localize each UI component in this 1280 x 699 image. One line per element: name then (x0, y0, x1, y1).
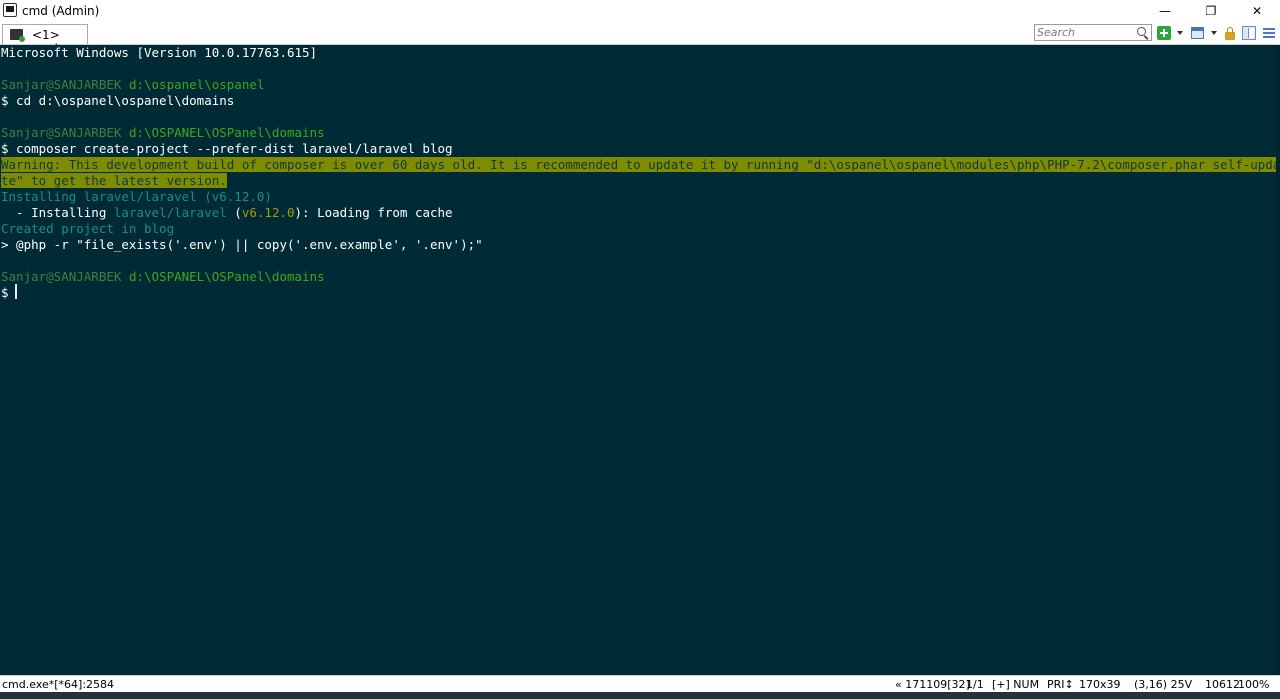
search-box[interactable] (1034, 24, 1152, 41)
status-bar: cmd.exe*[*64]:2584 « 171109[32] 1/1 [+] … (0, 675, 1280, 693)
status-pid-active: 10612 (1205, 678, 1240, 691)
prompt-path: d:\OSPANEL\OSPanel\domains (121, 269, 325, 284)
status-zoom: 100% (1238, 678, 1270, 691)
banner-text: Microsoft Windows [Version 10.0.17763.61… (1, 45, 318, 60)
command-text: $ cd d:\ospanel\ospanel\domains (1, 93, 235, 108)
output-text: ): Loading from cache (294, 205, 453, 220)
console-line: Installing laravel/laravel (v6.12.0) (1, 189, 272, 205)
prompt-user: Sanjar@SANJARBEK (1, 125, 122, 140)
status-size: 170x39 (1079, 678, 1121, 691)
prompt-symbol: $ (1, 285, 17, 300)
scrollbar[interactable] (1276, 45, 1280, 675)
console-output[interactable]: Microsoft Windows [Version 10.0.17763.61… (0, 45, 1276, 675)
search-icon[interactable] (1137, 27, 1146, 36)
command-text: $ composer create-project --prefer-dist … (1, 141, 453, 156)
tab-cmd[interactable]: <1> cmd (2, 24, 88, 56)
output-text: ( (226, 205, 242, 220)
console-line: > @php -r "file_exists('.env') || copy('… (1, 237, 483, 253)
console-line: Sanjar@SANJARBEK d:\OSPANEL\OSPanel\doma… (1, 125, 325, 141)
console-line: Sanjar@SANJARBEK d:\ospanel\ospanel (1, 77, 264, 93)
prompt-path: d:\ospanel\ospanel (121, 77, 265, 92)
output-text: - Installing (1, 205, 114, 220)
console-app-icon (3, 3, 17, 17)
status-cursor-pos: (3,16) 25V (1134, 678, 1193, 691)
minimize-button[interactable]: — (1142, 0, 1188, 22)
console-line: Microsoft Windows [Version 10.0.17763.61… (1, 45, 317, 61)
info-text: Installing laravel/laravel (v6.12.0) (1, 189, 272, 204)
text-cursor (15, 284, 17, 299)
package-name: laravel/laravel (113, 205, 227, 220)
status-priority[interactable]: PRI↕ (1047, 678, 1074, 691)
warning-text: Warning: This development build of compo… (1, 157, 1276, 172)
console-line: $ cd d:\ospanel\ospanel\domains (1, 93, 234, 109)
console-line: Created project in blog (1, 221, 174, 237)
hamburger-menu-icon[interactable] (1263, 28, 1275, 39)
chevron-down-icon[interactable] (1211, 31, 1217, 35)
panel-toggle-icon[interactable] (1242, 26, 1256, 40)
taskbar-strip (0, 692, 1280, 699)
status-console-index: 1/1 (966, 678, 984, 691)
restore-button[interactable]: ❐ (1188, 0, 1234, 22)
search-input[interactable] (1037, 26, 1131, 39)
prompt-user: Sanjar@SANJARBEK (1, 77, 122, 92)
console-line: $ composer create-project --prefer-dist … (1, 141, 453, 157)
new-console-icon[interactable] (1157, 26, 1171, 40)
chevron-down-icon[interactable] (1177, 31, 1183, 35)
status-keyboard: [+] NUM (992, 678, 1040, 691)
console-line: te" to get the latest version. (1, 173, 227, 189)
warning-text: te" to get the latest version. (1, 173, 227, 188)
info-text: Created project in blog (1, 221, 175, 236)
prompt-user: Sanjar@SANJARBEK (1, 269, 122, 284)
status-pid: « 171109[32] (895, 678, 970, 691)
lock-icon[interactable] (1225, 27, 1235, 40)
window-layout-icon[interactable] (1191, 27, 1204, 39)
window-title: cmd (Admin) (22, 4, 100, 18)
console-line: Warning: This development build of compo… (1, 157, 1276, 173)
package-version: v6.12.0 (241, 205, 295, 220)
title-bar: cmd (Admin) — ❐ ✕ (0, 0, 1280, 22)
close-button[interactable]: ✕ (1234, 0, 1280, 22)
status-process: cmd.exe*[*64]:2584 (2, 678, 115, 691)
console-line: Sanjar@SANJARBEK d:\OSPANEL\OSPanel\doma… (1, 269, 325, 285)
console-line: - Installing laravel/laravel (v6.12.0): … (1, 205, 453, 221)
console-tab-icon (10, 29, 25, 42)
output-text: > @php -r "file_exists('.env') || copy('… (1, 237, 483, 252)
prompt-path: d:\OSPANEL\OSPanel\domains (121, 125, 325, 140)
console-line: $ (1, 285, 16, 301)
